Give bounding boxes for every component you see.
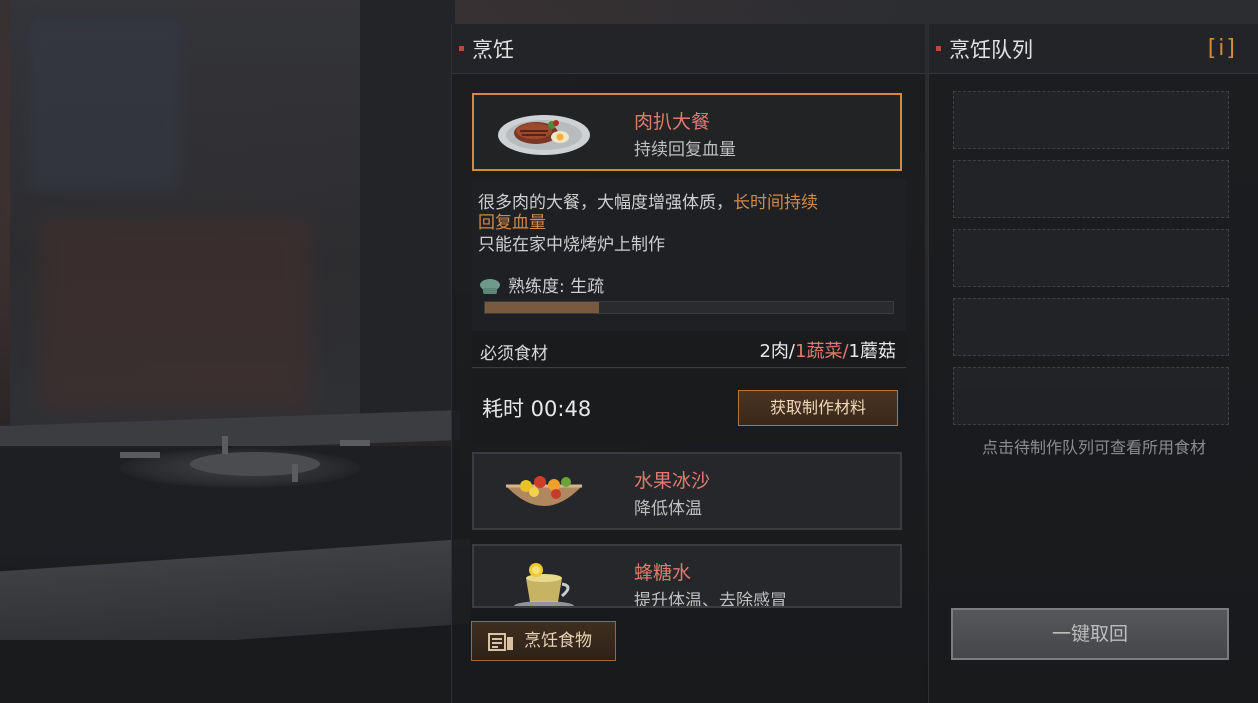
retrieve-all-button[interactable]: 一键取回 [951, 608, 1229, 660]
queue-hint: 点击待制作队列可查看所用食材 [981, 438, 1206, 457]
recipe-name: 肉扒大餐 [634, 111, 711, 133]
proficiency-label: 熟练度: 生疏 [508, 277, 605, 297]
fruit-smoothie-icon [506, 476, 582, 506]
title-bullet [936, 46, 941, 51]
honey-water-icon [514, 563, 574, 606]
burner-grate [340, 440, 370, 446]
burner-core [190, 452, 320, 476]
ingredient-meat: 2肉/ [759, 341, 796, 362]
queue-panel-header: 烹饪队列 [i] [929, 24, 1258, 74]
description-line-2: 回复血量 [478, 213, 546, 233]
cooking-panel: 烹饪 肉扒大餐 持续回复血量 很多肉的大餐，大幅度增强体质，长时间持续 回复血量… [451, 24, 925, 703]
recipe-card[interactable]: 蜂糖水 提升体温、去除感冒 [472, 544, 902, 608]
background-floor [0, 640, 470, 703]
proficiency-bar-fill [485, 302, 600, 313]
ingredient-vegetable: 1蔬菜/ [795, 341, 849, 362]
recipe-card-selected[interactable]: 肉扒大餐 持续回复血量 [472, 93, 902, 171]
proficiency-row: 熟练度: 生疏 [478, 272, 604, 297]
counter-ledge [0, 538, 470, 657]
recipe-name: 水果冰沙 [634, 470, 711, 492]
description-highlight: 长时间持续 [733, 193, 818, 213]
ingredients-label: 必须食材 [480, 344, 548, 364]
queue-slot[interactable] [953, 91, 1229, 149]
recipe-detail: 很多肉的大餐，大幅度增强体质，长时间持续 回复血量 只能在家中烧烤炉上制作 熟练… [472, 179, 906, 444]
queue-panel-title: 烹饪队列 [949, 38, 1033, 62]
ingredient-mushroom: 1蘑菇 [848, 341, 896, 362]
queue-slot[interactable] [953, 229, 1229, 287]
cooking-queue-panel: 烹饪队列 [i] 点击待制作队列可查看所用食材 一键取回 [928, 24, 1258, 703]
proficiency-bar [484, 301, 894, 314]
cook-time: 耗时 00:48 [482, 397, 592, 421]
chef-hat-icon [480, 279, 500, 294]
description-text: 很多肉的大餐，大幅度增强体质， [478, 193, 733, 213]
burner-grate [222, 436, 228, 454]
recipe-effect: 降低体温 [634, 499, 702, 519]
description-line-1: 很多肉的大餐，大幅度增强体质，长时间持续 [478, 193, 818, 213]
background-blur [30, 20, 180, 190]
info-button[interactable]: [i] [1208, 36, 1237, 61]
recipe-effect: 提升体温、去除感冒 [634, 591, 787, 608]
recipe-effect: 持续回复血量 [634, 140, 736, 160]
steak-dish-icon [498, 115, 590, 155]
queue-slot[interactable] [953, 160, 1229, 218]
recipe-book-icon [488, 633, 513, 651]
cooking-panel-header: 烹饪 [452, 24, 925, 74]
time-row: 耗时 00:48 获取制作材料 [472, 369, 906, 444]
get-materials-button[interactable]: 获取制作材料 [738, 390, 898, 426]
ingredients-row: 必须食材 2肉/1蔬菜/1蘑菇 [472, 331, 906, 368]
recipe-card[interactable]: 水果冰沙 降低体温 [472, 452, 902, 530]
queue-slot[interactable] [953, 367, 1229, 425]
background-wall [360, 0, 455, 430]
recipe-name: 蜂糖水 [634, 562, 692, 584]
background-blur [40, 220, 310, 410]
cook-food-button[interactable]: 烹饪食物 [471, 621, 616, 661]
burner-grate [120, 452, 160, 458]
cooking-panel-title: 烹饪 [472, 38, 514, 62]
title-bullet [459, 46, 464, 51]
ingredients-list: 2肉/1蔬菜/1蘑菇 [759, 337, 896, 363]
cook-food-label: 烹饪食物 [524, 631, 592, 651]
burner-grate [292, 464, 298, 482]
queue-slot[interactable] [953, 298, 1229, 356]
description-line-3: 只能在家中烧烤炉上制作 [478, 235, 665, 255]
